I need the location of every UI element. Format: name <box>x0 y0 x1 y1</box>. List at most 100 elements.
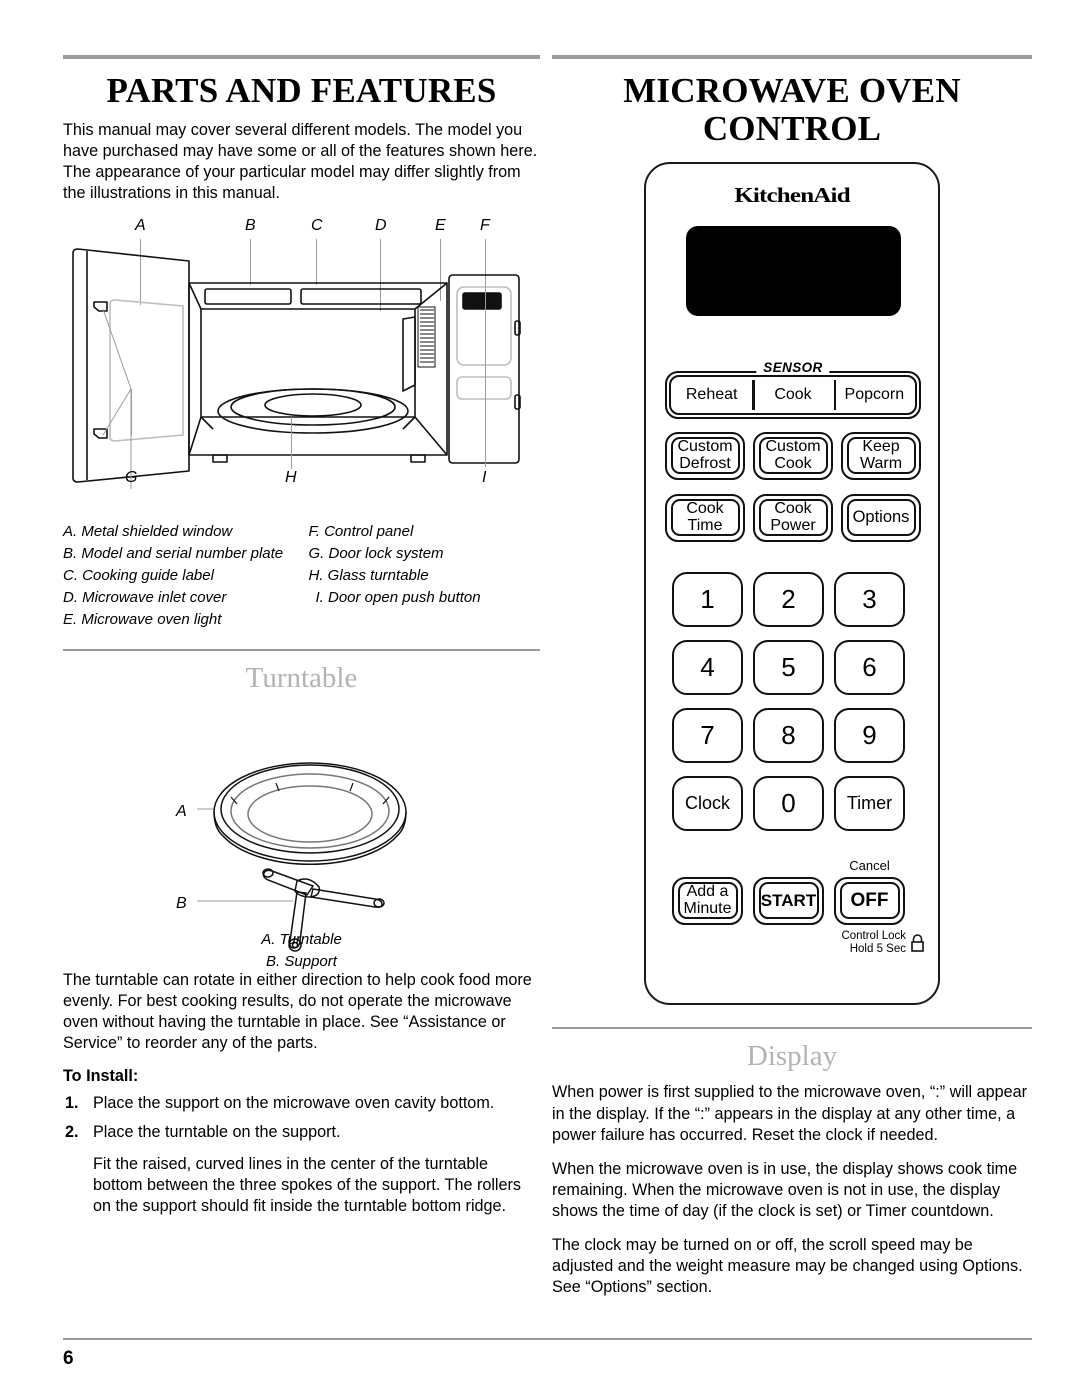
keypad-button-6[interactable]: 6 <box>834 639 905 695</box>
callout-letter-f: F <box>480 217 490 235</box>
keypad-button-clock[interactable]: Clock <box>672 775 743 831</box>
add-minute-line1: Add a <box>686 882 729 900</box>
cook-power-line1: Cook <box>774 499 812 517</box>
display-paragraph-3: The clock may be turned on or off, the s… <box>552 1235 1023 1296</box>
sensor-button-popcorn[interactable]: Popcorn <box>833 377 915 413</box>
keep-warm-line2: Warm <box>859 454 903 472</box>
sensor-button-cook[interactable]: Cook <box>752 377 833 413</box>
button-add-a-minute[interactable]: Add a Minute <box>672 876 743 925</box>
turntable-illustration <box>197 762 407 952</box>
button-start[interactable]: START <box>753 876 824 925</box>
step-number-1: 1. <box>65 1094 79 1113</box>
keypad-button-7[interactable]: 7 <box>672 707 743 763</box>
cancel-label: Cancel <box>849 857 890 873</box>
display-section: Display When power is first supplied to … <box>552 1026 1032 1298</box>
keypad-2-label: 2 <box>781 583 796 614</box>
page-title-microwave-oven-control: MICROWAVE OVEN CONTROL <box>623 71 961 148</box>
sensor-popcorn-label: Popcorn <box>844 385 905 403</box>
microwave-diagram: A B C D E F G H I <box>63 217 540 517</box>
control-lock-label: Control Lock Hold 5 Sec <box>806 930 906 956</box>
sensor-cook-label: Cook <box>774 385 812 403</box>
button-keep-warm[interactable]: Keep Warm <box>841 431 921 480</box>
legend-item-i: I. Door open push button <box>315 589 481 607</box>
install-steps: 1. Place the support on the microwave ov… <box>63 1093 540 1143</box>
button-off-cancel[interactable]: OFF <box>834 876 905 925</box>
leader-g <box>131 389 132 436</box>
diagram-letters-bottom: G H I <box>63 469 540 491</box>
custom-defrost-line1: Custom <box>677 437 733 455</box>
callout-letter-h: H <box>285 469 297 487</box>
button-custom-cook[interactable]: Custom Cook <box>753 431 833 480</box>
off-label: OFF <box>850 889 889 911</box>
button-custom-defrost[interactable]: Custom Defrost <box>665 431 745 480</box>
button-cook-power[interactable]: Cook Power <box>753 493 833 542</box>
button-cook-time[interactable]: Cook Time <box>665 493 745 542</box>
legend-item-a: A. Metal shielded window <box>63 523 233 541</box>
right-column: MICROWAVE OVEN CONTROL KitchenAid Reheat… <box>552 55 1032 1311</box>
callout-letter-g: G <box>125 469 138 487</box>
keypad-button-timer[interactable]: Timer <box>834 775 905 831</box>
sensor-button-reheat[interactable]: Reheat <box>671 377 752 413</box>
legend-item-g: G. Door lock system <box>308 545 444 563</box>
cook-time-line1: Cook <box>686 499 724 517</box>
display-heading: Display <box>746 1039 838 1072</box>
keypad-button-0[interactable]: 0 <box>753 775 824 831</box>
options-label: Options <box>852 507 910 526</box>
legend-column-right: F. Control panel G. Door lock system H. … <box>295 521 541 631</box>
manual-page: PARTS AND FEATURES This manual may cover… <box>0 0 1080 1397</box>
turntable-caption-b: B. Support <box>266 952 337 970</box>
keypad-button-1[interactable]: 1 <box>672 571 743 627</box>
page-number: 6 <box>63 1348 74 1369</box>
keypad-button-8[interactable]: 8 <box>753 707 824 763</box>
display-paragraph-2: When the microwave oven is in use, the d… <box>552 1159 1018 1220</box>
sensor-inner-border: Reheat Cook Popcorn <box>669 374 917 415</box>
display-paragraph-1: When power is first supplied to the micr… <box>552 1083 1028 1144</box>
keypad-0-label: 0 <box>781 787 796 818</box>
install-step-2: 2. Place the turntable on the support. <box>63 1122 540 1143</box>
left-column: PARTS AND FEATURES This manual may cover… <box>63 55 540 1217</box>
keypad-button-9[interactable]: 9 <box>834 707 905 763</box>
turntable-section: Turntable A B A. Turntable B. Support Th… <box>63 649 540 1216</box>
control-panel: KitchenAid Reheat Cook Popcorn SENSOR Cu… <box>644 161 940 1005</box>
button-options[interactable]: Options <box>841 493 921 542</box>
legend-column-left: A. Metal shielded window B. Model and se… <box>63 521 295 631</box>
padlock-icon <box>910 933 925 952</box>
keypad-4-label: 4 <box>700 651 715 682</box>
step-number-2: 2. <box>65 1123 79 1142</box>
intro-paragraph: This manual may cover several different … <box>63 120 538 202</box>
turntable-diagram: A B A. Turntable B. Support <box>63 705 540 970</box>
keypad-button-5[interactable]: 5 <box>753 639 824 695</box>
display-rule <box>552 1026 1032 1029</box>
sensor-reheat-label: Reheat <box>685 385 738 403</box>
keypad-8-label: 8 <box>781 719 796 750</box>
install-step-note: Fit the raised, curved lines in the cent… <box>93 1154 522 1215</box>
keypad-clock-label: Clock <box>684 792 730 813</box>
callout-letter-b: B <box>245 217 256 235</box>
leader-h <box>291 417 292 470</box>
top-rule-left <box>63 55 540 59</box>
keypad-7-label: 7 <box>700 719 715 750</box>
keypad-9-label: 9 <box>862 719 877 750</box>
sensor-group-label: SENSOR <box>756 359 830 375</box>
step-text-2: Place the turntable on the support. <box>93 1123 341 1142</box>
diagram-letters-top: A B C D E F <box>63 217 540 239</box>
callout-letter-c: C <box>311 217 323 235</box>
turntable-caption-a: A. Turntable <box>261 931 342 949</box>
keypad-button-4[interactable]: 4 <box>672 639 743 695</box>
step-text-1: Place the support on the microwave oven … <box>93 1094 495 1113</box>
keypad-button-3[interactable]: 3 <box>834 571 905 627</box>
turntable-heading: Turntable <box>245 662 358 695</box>
callout-letter-d: D <box>375 217 387 235</box>
legend-item-e: E. Microwave oven light <box>63 611 222 629</box>
control-lock-line2: Hold 5 Sec <box>849 942 906 955</box>
control-lock-line1: Control Lock <box>841 929 906 942</box>
leader-i <box>485 287 486 468</box>
microwave-oven-illustration <box>72 248 521 490</box>
keypad-button-2[interactable]: 2 <box>753 571 824 627</box>
keep-warm-line1: Keep <box>862 437 900 455</box>
legend-item-c: C. Cooking guide label <box>63 567 214 585</box>
keypad-3-label: 3 <box>862 583 877 614</box>
callout-letter-e: E <box>435 217 446 235</box>
page-title-parts-and-features: PARTS AND FEATURES <box>106 71 497 110</box>
callout-letter-i: I <box>482 469 487 487</box>
